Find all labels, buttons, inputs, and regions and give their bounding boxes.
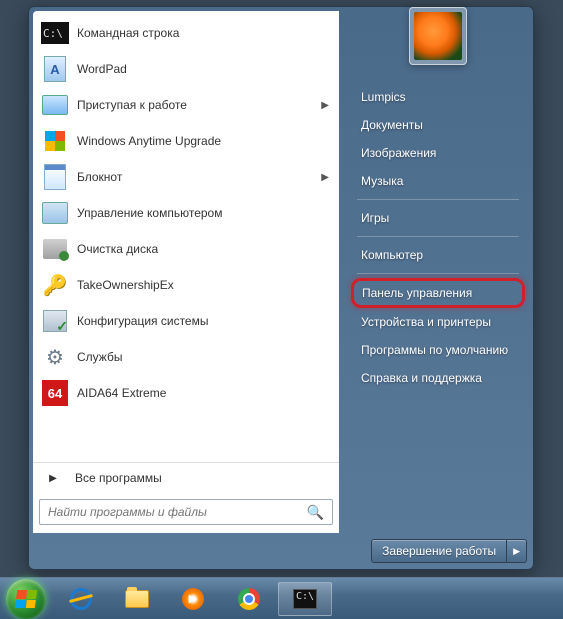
program-label: Службы xyxy=(77,350,122,364)
search-icon[interactable]: 🔍 xyxy=(303,504,328,521)
arrow-right-icon: ▶ xyxy=(39,473,67,484)
separator xyxy=(357,236,519,237)
services-icon: ⚙ xyxy=(41,343,69,371)
file-explorer-icon xyxy=(125,590,149,608)
getting-icon xyxy=(41,91,69,119)
program-label: TakeOwnershipEx xyxy=(77,278,174,292)
program-item-aida[interactable]: 64 AIDA64 Extreme xyxy=(35,375,337,411)
places-item[interactable]: Изображения xyxy=(351,139,525,167)
start-button[interactable] xyxy=(6,579,46,619)
places-item[interactable]: Lumpics xyxy=(351,83,525,111)
program-label: Очистка диска xyxy=(77,242,158,256)
windows-logo-icon xyxy=(15,590,38,608)
program-label: Блокнот xyxy=(77,170,122,184)
taskbar: ▶ C:\ xyxy=(0,577,563,619)
places-panel: LumpicsДокументыИзображенияМузыка Игры Ком… xyxy=(339,7,533,537)
program-item-cmd[interactable]: C:\ Командная строка xyxy=(35,15,337,51)
program-item-anytime[interactable]: Windows Anytime Upgrade xyxy=(35,123,337,159)
shutdown-label[interactable]: Завершение работы xyxy=(372,540,506,562)
program-item-wordpad[interactable]: WordPad xyxy=(35,51,337,87)
media-player-icon: ▶ xyxy=(182,588,204,610)
search-box[interactable]: 🔍 xyxy=(39,499,333,525)
wordpad-icon xyxy=(41,55,69,83)
search-input[interactable] xyxy=(44,505,303,519)
places-item[interactable]: Программы по умолчанию xyxy=(351,336,525,364)
command-prompt-icon: C:\ xyxy=(293,589,317,609)
program-item-own[interactable]: 🔑 TakeOwnershipEx xyxy=(35,267,337,303)
separator xyxy=(357,273,519,274)
places-item[interactable]: Устройства и принтеры xyxy=(351,308,525,336)
msconfig-icon xyxy=(41,307,69,335)
program-item-notepad[interactable]: Блокнот ▶ xyxy=(35,159,337,195)
places-item[interactable]: Справка и поддержка xyxy=(351,364,525,392)
aida-icon: 64 xyxy=(41,379,69,407)
mgmt-icon xyxy=(41,199,69,227)
start-menu: C:\ Командная строка WordPad Приступая к ра… xyxy=(28,6,534,570)
disk-icon xyxy=(41,235,69,263)
places-item[interactable]: Компьютер xyxy=(351,241,525,269)
taskbar-item-command-prompt[interactable]: C:\ xyxy=(278,582,332,616)
separator xyxy=(357,199,519,200)
taskbar-item-internet-explorer[interactable] xyxy=(54,582,108,616)
program-label: Windows Anytime Upgrade xyxy=(77,134,221,148)
shutdown-options-arrow[interactable]: ▶ xyxy=(506,540,526,562)
taskbar-item-file-explorer[interactable] xyxy=(110,582,164,616)
program-label: Командная строка xyxy=(77,26,179,40)
all-programs[interactable]: ▶ Все программы xyxy=(33,462,339,493)
program-item-services[interactable]: ⚙ Службы xyxy=(35,339,337,375)
places-item[interactable]: Документы xyxy=(351,111,525,139)
places-item[interactable]: Игры xyxy=(351,204,525,232)
anytime-icon xyxy=(41,127,69,155)
submenu-arrow-icon: ▶ xyxy=(321,172,329,183)
programs-panel: C:\ Командная строка WordPad Приступая к ра… xyxy=(33,11,339,533)
program-item-msconfig[interactable]: Конфигурация системы xyxy=(35,303,337,339)
program-item-getting[interactable]: Приступая к работе ▶ xyxy=(35,87,337,123)
user-avatar[interactable] xyxy=(409,7,467,65)
program-label: Приступая к работе xyxy=(77,98,187,112)
program-label: WordPad xyxy=(77,62,127,76)
program-label: Конфигурация системы xyxy=(77,314,208,328)
notepad-icon xyxy=(41,163,69,191)
own-icon: 🔑 xyxy=(41,271,69,299)
program-label: AIDA64 Extreme xyxy=(77,386,166,400)
program-label: Управление компьютером xyxy=(77,206,222,220)
shutdown-button[interactable]: Завершение работы ▶ xyxy=(371,539,527,563)
submenu-arrow-icon: ▶ xyxy=(321,100,329,111)
places-item[interactable]: Музыка xyxy=(351,167,525,195)
chrome-icon xyxy=(238,588,260,610)
cmd-icon: C:\ xyxy=(41,19,69,47)
all-programs-label: Все программы xyxy=(75,471,162,485)
taskbar-item-chrome[interactable] xyxy=(222,582,276,616)
taskbar-item-media-player[interactable]: ▶ xyxy=(166,582,220,616)
program-item-disk[interactable]: Очистка диска xyxy=(35,231,337,267)
internet-explorer-icon xyxy=(70,588,92,610)
places-item[interactable]: Панель управления xyxy=(351,278,525,308)
program-item-mgmt[interactable]: Управление компьютером xyxy=(35,195,337,231)
